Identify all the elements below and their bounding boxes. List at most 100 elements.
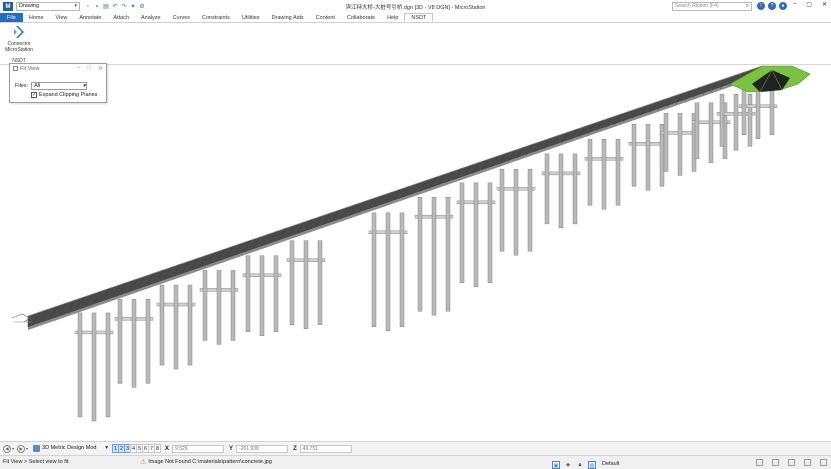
view-button-8[interactable]: 8 [154,444,162,453]
tab-nsdt[interactable]: NSDT [404,13,434,22]
pier-bent [496,169,536,256]
status-bar: Fit View > Select view to fit ⚠ Image No… [0,455,831,469]
print-icon[interactable]: ▤ [103,4,109,10]
bridge-model[interactable] [0,65,831,441]
pier-column [544,153,550,225]
active-level-icon[interactable]: ▤ [588,460,596,469]
pier-bent [456,182,496,288]
close-icon[interactable]: ✕ [98,65,103,72]
pier-column [77,312,83,418]
tab-drawing-aids[interactable]: Drawing Aids [266,13,310,22]
pier-bent [691,102,731,164]
close-icon[interactable]: ✕ [822,1,827,8]
chevron-down-icon[interactable]: ▾ [12,446,14,451]
pier-column [431,196,437,316]
x-label: X [165,445,170,452]
pier-column [487,182,493,284]
redo-icon[interactable]: ↷ [121,4,127,10]
tab-attach[interactable]: Attach [107,13,135,22]
connector-icon [14,26,24,38]
pier-column [145,299,151,384]
chevron-down-icon[interactable]: ▾ [26,446,28,451]
y-label: Y [229,445,234,452]
tab-content[interactable]: Content [310,13,341,22]
app-logo-icon[interactable]: M [3,2,13,11]
tab-help[interactable]: Help [381,13,404,22]
save-icon[interactable]: ▪ [94,4,100,10]
pier-column [587,139,593,206]
status-message-area[interactable]: ⚠ Image Not Found C:\materials\pattern\c… [140,456,272,469]
pier-column [473,182,479,288]
tab-view[interactable]: View [50,13,74,22]
notifications-icon[interactable]: ! [757,2,765,10]
pier-bent [199,270,239,345]
connector-label-line2: MicroStation [5,47,33,53]
search-placeholder: Search Ribbon (F4) [675,3,719,9]
pier-column [719,94,725,147]
tab-collaborate[interactable]: Collaborate [341,13,381,22]
files-dropdown[interactable]: All ▾ [31,82,88,90]
microstation-window: M Drawing ▾ ▫ ▪ ▤ ↶ ↷ ✦ ⚙ 滨江特大桥-大桩号引桥.dg… [0,0,831,469]
pier-column [677,113,683,176]
y-coordinate-field[interactable]: -261.938 [236,444,289,453]
tab-file[interactable]: File [0,13,23,22]
model-dropdown[interactable]: 3D Metric Design Mod ▾ [42,444,110,453]
snap-mode-icon[interactable]: ◈ [564,461,572,469]
tray-icon-1[interactable] [756,459,763,466]
quick-access-toolbar: ▫ ▪ ▤ ↶ ↷ ✦ ⚙ [85,4,145,10]
snap-icon[interactable]: ✦ [130,4,136,10]
warning-icon: ⚠ [140,459,147,466]
help-icon[interactable]: ? [768,2,776,10]
tab-annotate[interactable]: Annotate [73,13,107,22]
view-nav-forward-icon[interactable]: ▶ [17,444,26,453]
workflow-value: Drawing [19,3,40,9]
tab-utilities[interactable]: Utilities [236,13,266,22]
search-icon[interactable]: ⌕ [746,3,749,10]
pier-column [91,312,97,422]
pier-column [317,240,323,325]
ribbon-tabs: File Home View Annotate Attach Analyze C… [0,13,831,23]
minimize-icon[interactable]: – [793,1,796,8]
tab-home[interactable]: Home [23,13,50,22]
z-coordinate-field[interactable]: 49.751 [299,444,352,453]
tray-icon-5[interactable] [820,459,827,466]
window-controls: – ▢ ✕ [793,1,827,8]
active-level[interactable]: Default [602,458,619,469]
pier-bent [541,153,581,229]
view-buttons: 1 2 3 4 5 6 7 8 [112,444,162,453]
z-label: Z [293,445,297,452]
minimize-icon[interactable]: – [77,65,80,72]
view-nav-back-icon[interactable]: ◀ [3,444,11,453]
status-message: Image Not Found C:\materials\pattern\con… [148,459,272,465]
tray-icon-4[interactable] [804,459,811,466]
pier-column [173,284,179,370]
pier-column [558,153,564,229]
search-ribbon-input[interactable]: Search Ribbon (F4) ⌕ [672,2,752,11]
undo-icon[interactable]: ↶ [112,4,118,10]
connector-microstation-button[interactable]: Connector MicroStation [2,24,36,53]
expand-clipping-checkbox[interactable]: ✓ [31,92,37,98]
tab-curves[interactable]: Curves [167,13,196,22]
fit-view-dialog[interactable]: Fit View – □ ✕ Files: All ▾ ✓ Expand Cli… [9,63,107,103]
maximize-icon[interactable]: □ [87,65,91,72]
pier-column [741,86,747,136]
pier-bent [286,240,326,329]
tray-icon-2[interactable] [772,459,779,466]
settings-icon[interactable]: ⚙ [139,4,145,10]
pier-column [216,270,222,345]
title-bar: M Drawing ▾ ▫ ▪ ▤ ↶ ↷ ✦ ⚙ 滨江特大桥-大桩号引桥.dg… [0,0,831,13]
restore-icon[interactable]: ▢ [806,1,812,8]
workflow-dropdown[interactable]: Drawing ▾ [16,2,80,11]
lock-icon[interactable]: 🔒︎ [576,461,584,469]
tab-constraints[interactable]: Constraints [196,13,236,22]
tray-icon-3[interactable] [788,459,795,466]
new-file-icon[interactable]: ▫ [85,4,91,10]
fit-view-window-controls: – □ ✕ [77,65,103,72]
accudraw-icon[interactable]: ▣ [552,460,560,469]
x-coordinate-field[interactable]: 9.529 [172,444,225,453]
view-window[interactable] [0,65,831,441]
tab-analyze[interactable]: Analyze [135,13,167,22]
user-icon[interactable]: ● [779,2,787,10]
pier-column [755,86,761,140]
pier-column [445,196,451,312]
